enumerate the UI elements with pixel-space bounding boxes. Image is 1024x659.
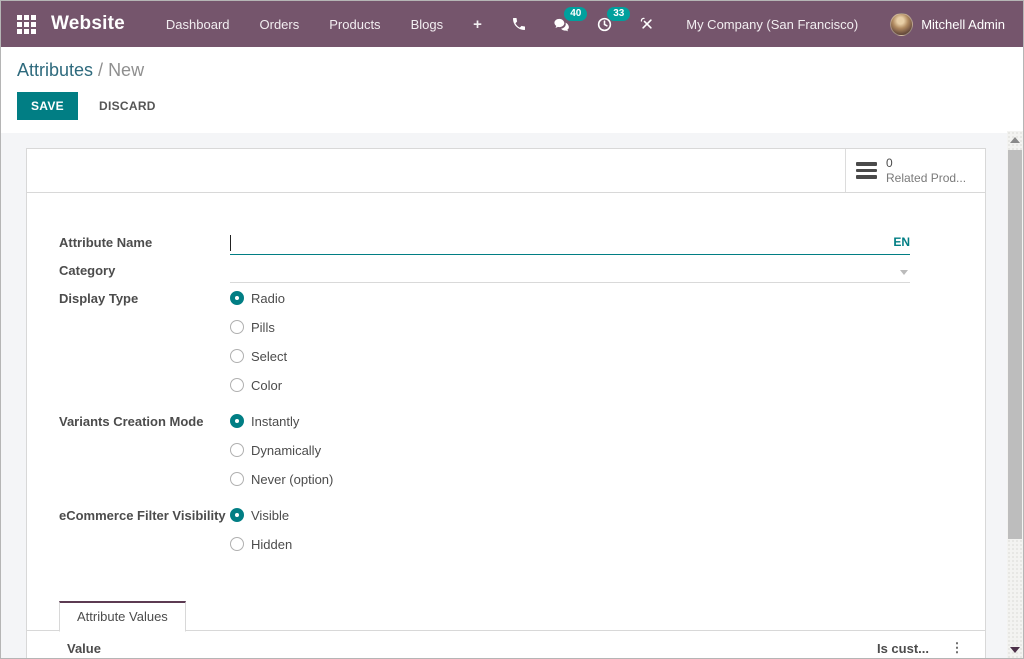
nav-item-orders[interactable]: Orders bbox=[245, 1, 315, 47]
user-menu[interactable]: Mitchell Admin bbox=[876, 1, 1019, 47]
radio-button[interactable] bbox=[230, 378, 244, 392]
column-header-value[interactable]: Value bbox=[27, 641, 877, 656]
related-products-label: Related Prod... bbox=[886, 171, 966, 186]
user-name: Mitchell Admin bbox=[921, 17, 1005, 32]
radio-button[interactable] bbox=[230, 537, 244, 551]
breadcrumb-attributes-link[interactable]: Attributes bbox=[17, 60, 93, 80]
apps-grid-icon[interactable] bbox=[17, 15, 36, 34]
breadcrumb: Attributes / New bbox=[17, 60, 1007, 81]
column-header-is-custom[interactable]: Is cust... bbox=[877, 641, 929, 656]
sheet-body: Attribute Name EN Category bbox=[27, 193, 985, 659]
phone-icon[interactable] bbox=[498, 1, 540, 47]
form-sheet: 0 Related Prod... Attribute Name EN bbox=[26, 148, 986, 659]
messages-icon[interactable]: 40 bbox=[540, 1, 583, 47]
scrollbar-down-arrow-icon[interactable] bbox=[1010, 647, 1020, 653]
form-view-area: 0 Related Prod... Attribute Name EN bbox=[1, 133, 1023, 659]
radio-button[interactable] bbox=[230, 349, 244, 363]
field-display-type: Display Type Radio Pills Select bbox=[59, 289, 945, 406]
save-button[interactable]: SAVE bbox=[17, 92, 78, 120]
action-buttons: SAVE DISCARD bbox=[17, 92, 1007, 120]
table-header-row: Value Is cust... ⋮ bbox=[27, 631, 985, 659]
field-ecommerce-filter-visibility: eCommerce Filter Visibility Visible Hidd… bbox=[59, 506, 945, 565]
notebook: Attribute Values Value Is cust... ⋮ Add … bbox=[27, 601, 985, 659]
ecommerce-filter-visibility-label: eCommerce Filter Visibility bbox=[59, 506, 230, 565]
radio-option-visible[interactable]: Visible bbox=[230, 507, 910, 523]
radio-option-pills[interactable]: Pills bbox=[230, 319, 910, 335]
user-avatar bbox=[890, 13, 913, 36]
attribute-name-label: Attribute Name bbox=[59, 233, 230, 255]
radio-option-instantly[interactable]: Instantly bbox=[230, 413, 910, 429]
vertical-scrollbar[interactable] bbox=[1007, 131, 1023, 658]
radio-option-color[interactable]: Color bbox=[230, 377, 910, 393]
radio-option-never[interactable]: Never (option) bbox=[230, 471, 910, 487]
navbar-right: 40 33 My Company (San Francisco) Mit bbox=[498, 1, 1019, 47]
list-bars-icon bbox=[856, 159, 877, 182]
language-tag[interactable]: EN bbox=[893, 235, 910, 249]
radio-button[interactable] bbox=[230, 443, 244, 457]
field-category: Category bbox=[59, 261, 945, 283]
activities-clock-icon[interactable]: 33 bbox=[583, 1, 626, 47]
radio-button-selected[interactable] bbox=[230, 414, 244, 428]
radio-option-select[interactable]: Select bbox=[230, 348, 910, 364]
button-box: 0 Related Prod... bbox=[27, 149, 985, 193]
nav-plus-icon[interactable]: + bbox=[458, 1, 497, 47]
variants-creation-mode-label: Variants Creation Mode bbox=[59, 412, 230, 500]
discard-button[interactable]: DISCARD bbox=[85, 92, 170, 120]
tools-icon[interactable] bbox=[626, 1, 668, 47]
display-type-label: Display Type bbox=[59, 289, 230, 406]
related-products-stat-button[interactable]: 0 Related Prod... bbox=[845, 149, 985, 192]
category-input[interactable] bbox=[230, 261, 910, 283]
attribute-name-input[interactable]: EN bbox=[230, 233, 910, 255]
radio-button[interactable] bbox=[230, 320, 244, 334]
field-variants-creation-mode: Variants Creation Mode Instantly Dynamic… bbox=[59, 412, 945, 500]
radio-option-radio[interactable]: Radio bbox=[230, 290, 910, 306]
category-label: Category bbox=[59, 261, 230, 283]
related-products-count: 0 bbox=[886, 156, 966, 171]
tab-attribute-values[interactable]: Attribute Values bbox=[59, 601, 186, 632]
radio-button[interactable] bbox=[230, 472, 244, 486]
company-switcher[interactable]: My Company (San Francisco) bbox=[668, 17, 876, 32]
radio-button-selected[interactable] bbox=[230, 508, 244, 522]
app-window: Website Dashboard Orders Products Blogs … bbox=[0, 0, 1024, 659]
scrollbar-up-arrow-icon[interactable] bbox=[1010, 137, 1020, 143]
nav-item-products[interactable]: Products bbox=[314, 1, 395, 47]
optional-columns-icon[interactable]: ⋮ bbox=[929, 639, 985, 657]
breadcrumb-current: New bbox=[108, 60, 144, 80]
text-cursor bbox=[230, 235, 231, 251]
breadcrumb-separator: / bbox=[93, 60, 108, 80]
scrollbar-thumb[interactable] bbox=[1008, 150, 1022, 539]
radio-button-selected[interactable] bbox=[230, 291, 244, 305]
caret-down-icon bbox=[900, 270, 908, 275]
app-name[interactable]: Website bbox=[51, 13, 125, 35]
field-attribute-name: Attribute Name EN bbox=[59, 233, 945, 255]
top-navbar: Website Dashboard Orders Products Blogs … bbox=[1, 1, 1023, 47]
radio-option-dynamically[interactable]: Dynamically bbox=[230, 442, 910, 458]
control-panel: Attributes / New SAVE DISCARD bbox=[1, 47, 1023, 133]
radio-option-hidden[interactable]: Hidden bbox=[230, 536, 910, 552]
nav-item-blogs[interactable]: Blogs bbox=[396, 1, 459, 47]
nav-item-dashboard[interactable]: Dashboard bbox=[151, 1, 245, 47]
attribute-values-table: Value Is cust... ⋮ Add a line bbox=[27, 631, 985, 659]
tab-bar: Attribute Values bbox=[27, 601, 985, 631]
